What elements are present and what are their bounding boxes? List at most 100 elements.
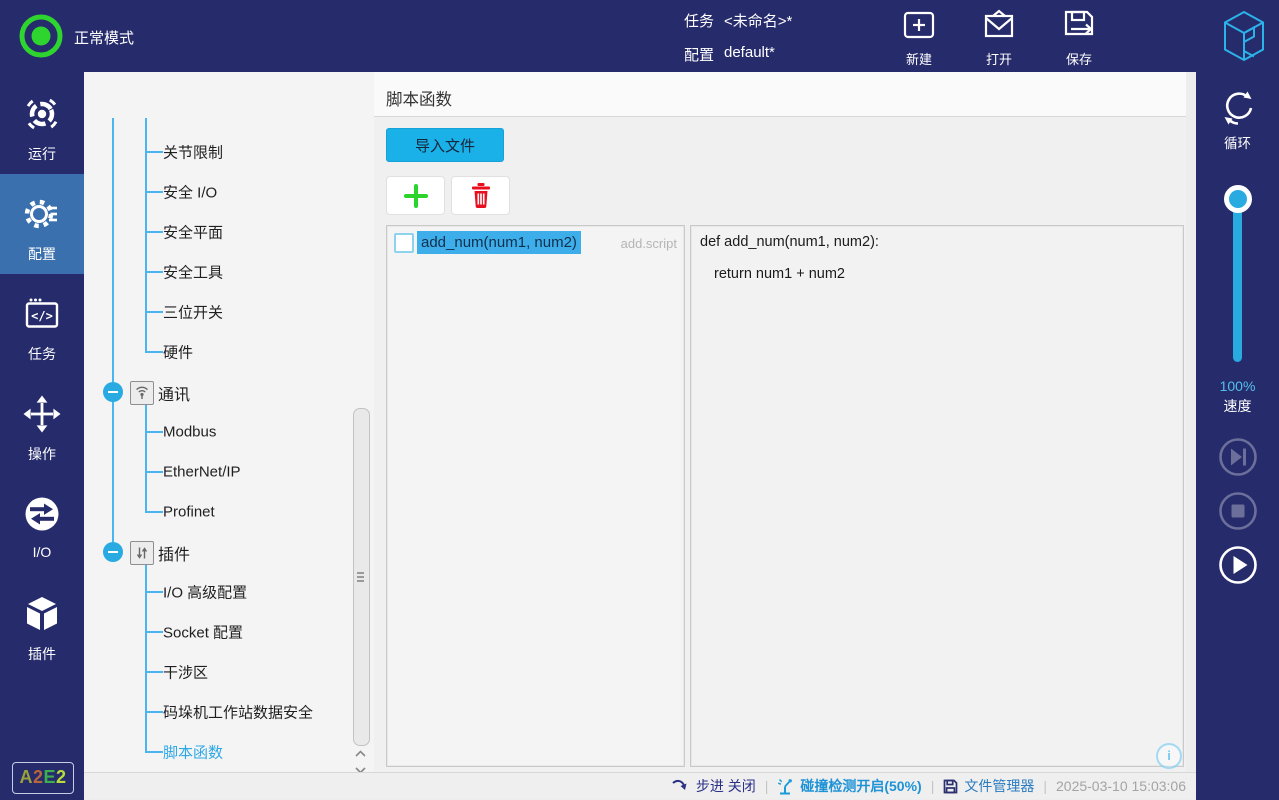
- config-value: default*: [724, 44, 775, 61]
- nav-item-label: 任务: [28, 346, 56, 362]
- script-file-name: add.script: [620, 236, 677, 251]
- stop-button[interactable]: [1216, 489, 1260, 533]
- svg-text:</>: </>: [31, 309, 53, 323]
- info-icon[interactable]: i: [1156, 743, 1182, 769]
- tree-item-hardware[interactable]: 硬件: [163, 342, 193, 363]
- nav-item-label: 配置: [28, 246, 56, 262]
- scrollbar-grip: [357, 572, 364, 574]
- file-manager-link[interactable]: 文件管理器: [964, 776, 1034, 796]
- tree-item-safety-tool[interactable]: 安全工具: [163, 262, 223, 283]
- task-value: <未命名>*: [724, 13, 793, 30]
- tree-line: [146, 351, 163, 353]
- new-button[interactable]: 新建: [893, 9, 945, 68]
- badge-char: E: [43, 767, 56, 787]
- move-arrows-icon: [23, 395, 61, 433]
- function-checkbox[interactable]: [394, 233, 414, 253]
- import-file-button-label: 导入文件: [414, 137, 475, 155]
- step-mode-status[interactable]: 步进 关闭: [696, 776, 756, 796]
- separator: |: [764, 778, 769, 794]
- badge-char: 2: [56, 767, 67, 787]
- tree-item-palletizer-safety[interactable]: 码垛机工作站数据安全: [163, 702, 313, 723]
- tree-item-plugins[interactable]: 插件: [158, 541, 190, 565]
- script-code-viewer[interactable]: def add_num(num1, num2): return num1 + n…: [690, 225, 1184, 767]
- import-file-button[interactable]: 导入文件: [386, 128, 504, 162]
- tree-line: [146, 511, 163, 513]
- nav-item-task[interactable]: </> 任务: [0, 274, 84, 374]
- badge-char: A: [19, 767, 33, 787]
- system-timestamp: 2025-03-10 15:03:06: [1056, 778, 1186, 794]
- nav-item-config[interactable]: 配置: [0, 174, 84, 274]
- scrollbar-grip: [357, 580, 364, 582]
- speed-slider-track[interactable]: [1233, 196, 1242, 362]
- tree-line: [145, 118, 147, 353]
- nav-item-label: 运行: [28, 146, 56, 162]
- loop-icon[interactable]: [1217, 88, 1259, 128]
- tree-scrollbar[interactable]: [353, 408, 370, 746]
- delete-function-button[interactable]: [451, 176, 510, 215]
- nav-item-io[interactable]: I/O: [0, 474, 84, 574]
- separator: |: [1043, 778, 1047, 794]
- play-button[interactable]: [1216, 543, 1260, 587]
- tree-line: [146, 311, 163, 313]
- top-bar: 正常模式 任务 <未命名>* 配置 default* 新建 打开 保存: [0, 0, 1279, 72]
- task-label: 任务: [684, 13, 715, 30]
- tree-item-profinet[interactable]: Profinet: [163, 504, 215, 521]
- tree-item-joint-limits[interactable]: 关节限制: [163, 142, 223, 163]
- robot-model-badge[interactable]: A2E2: [12, 762, 74, 794]
- nav-item-label: 插件: [28, 646, 56, 662]
- collapse-node-icon[interactable]: [103, 382, 123, 402]
- tree-item-safety-io[interactable]: 安全 I/O: [163, 182, 217, 203]
- function-signature[interactable]: add_num(num1, num2): [417, 231, 581, 254]
- antenna-icon: [130, 381, 154, 405]
- cube-icon: [27, 597, 57, 630]
- nav-item-plugin[interactable]: 插件: [0, 574, 84, 674]
- tree-item-communication[interactable]: 通讯: [158, 381, 190, 405]
- config-tree-panel: 关节限制 安全 I/O 安全平面 安全工具 三位开关 硬件 通讯 Modbus …: [84, 72, 375, 774]
- save-button[interactable]: 保存: [1053, 9, 1105, 68]
- tree-line: [146, 591, 163, 593]
- collision-detection-status[interactable]: 碰撞检测开启(50%): [800, 776, 921, 796]
- open-button[interactable]: 打开: [973, 9, 1025, 68]
- tree-line: [146, 151, 163, 153]
- nav-item-operate[interactable]: 操作: [0, 374, 84, 474]
- tree-item-modbus[interactable]: Modbus: [163, 424, 216, 441]
- plus-icon: [403, 183, 428, 208]
- script-function-row[interactable]: add_num(num1, num2) add.script: [387, 226, 684, 256]
- nav-item-run[interactable]: 运行: [0, 74, 84, 174]
- speed-value: 100%: [1219, 378, 1256, 394]
- tree-line: [146, 751, 163, 753]
- tree-line: [112, 118, 114, 553]
- left-nav-sidebar: 运行 配置 </> 任务 操作 I/O 插件 A2E2: [0, 72, 84, 800]
- tree-item-socket-config[interactable]: Socket 配置: [163, 622, 243, 643]
- tree-line: [146, 431, 163, 433]
- save-icon: [1064, 10, 1094, 36]
- tree-line: [146, 271, 163, 273]
- script-function-list: add_num(num1, num2) add.script: [386, 225, 685, 767]
- tree-item-safety-plane[interactable]: 安全平面: [163, 222, 223, 243]
- page-title: 脚本函数: [386, 91, 452, 109]
- speed-slider-knob[interactable]: [1224, 185, 1252, 213]
- loop-label: 循环: [1224, 136, 1251, 151]
- robot-status-indicator-icon: [19, 14, 63, 58]
- nav-item-label: I/O: [32, 544, 52, 560]
- code-line: def add_num(num1, num2):: [700, 234, 879, 250]
- tree-item-three-pos-switch[interactable]: 三位开关: [163, 302, 223, 323]
- add-function-button[interactable]: [386, 176, 445, 215]
- code-line: return num1 + num2: [714, 266, 845, 282]
- scrollbar-grip: [357, 576, 364, 578]
- collapse-node-icon[interactable]: [103, 542, 123, 562]
- open-file-icon: [984, 9, 1014, 38]
- new-file-icon: [903, 11, 935, 39]
- badge-char: 2: [32, 767, 44, 787]
- tree-item-ethernetip[interactable]: EtherNet/IP: [163, 464, 241, 481]
- tree-line: [146, 671, 163, 673]
- tree-item-script-functions[interactable]: 脚本函数: [163, 742, 223, 763]
- step-forward-button[interactable]: [1216, 435, 1260, 479]
- collision-detection-icon: [778, 779, 793, 795]
- scroll-up-button[interactable]: [353, 746, 368, 760]
- new-button-label: 新建: [905, 52, 932, 67]
- tree-item-io-advanced[interactable]: I/O 高级配置: [163, 582, 247, 603]
- tree-line: [145, 403, 147, 513]
- brand-logo-icon: [1224, 10, 1264, 62]
- tree-item-interference[interactable]: 干涉区: [163, 662, 208, 683]
